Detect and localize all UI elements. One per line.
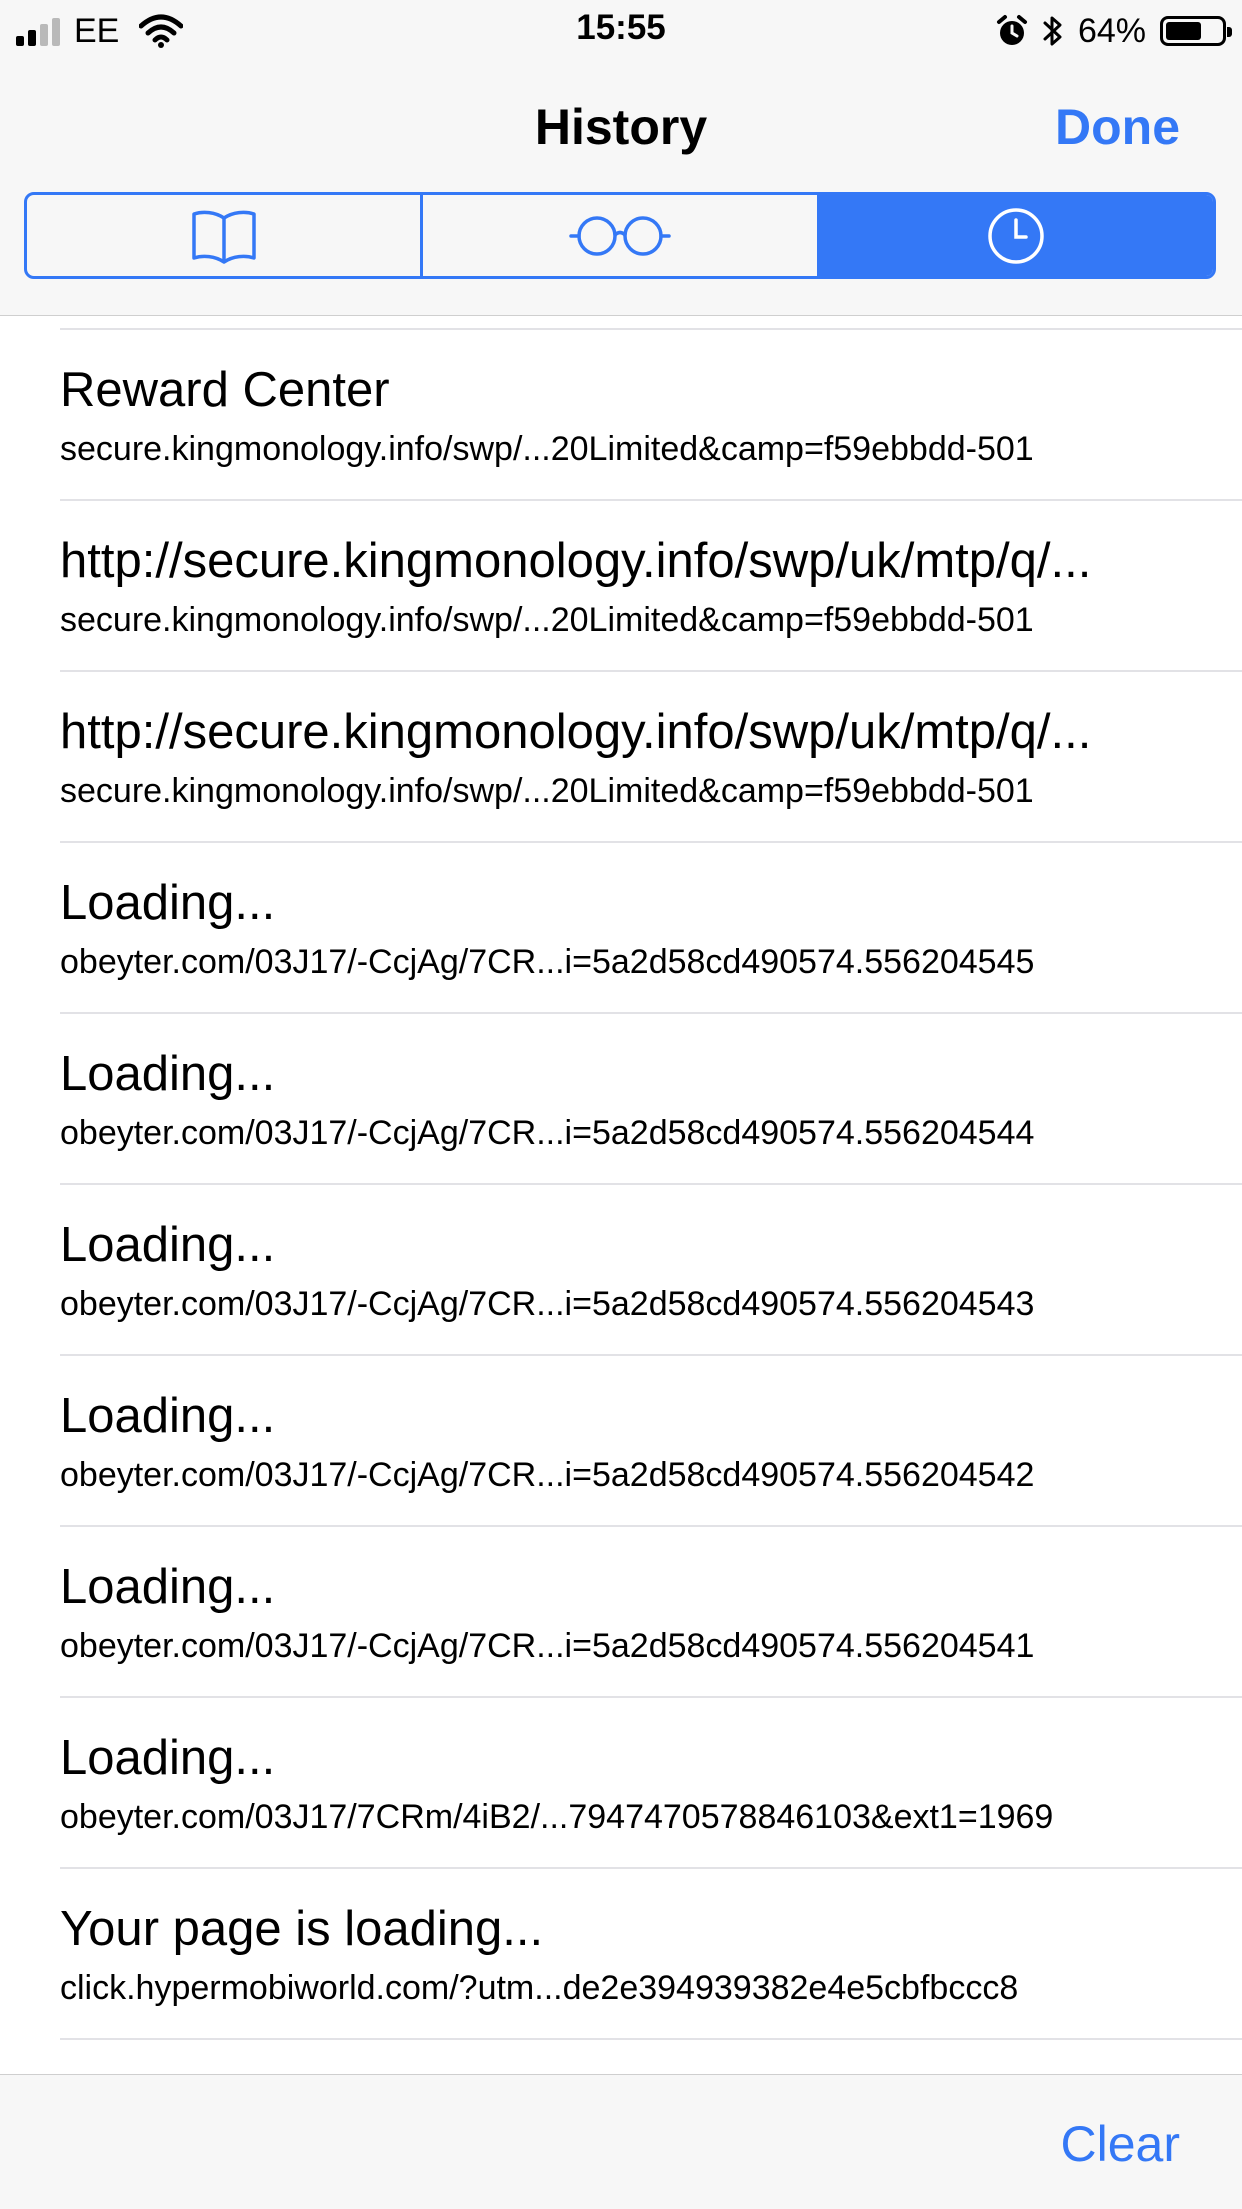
alarm-icon: [996, 15, 1027, 45]
navigation-bar: History Done: [0, 62, 1242, 316]
history-item-url: secure.kingmonology.info/swp/...20Limite…: [60, 601, 1034, 639]
done-button[interactable]: Done: [1055, 98, 1180, 156]
history-item-title: Loading...: [60, 876, 276, 930]
history-item[interactable]: http://secure.kingmonology.info/swp/uk/m…: [0, 501, 1242, 672]
tab-bookmarks[interactable]: [27, 195, 420, 276]
history-item-url: click.hypermobiworld.com/?utm...de2e3949…: [60, 1969, 1019, 2007]
history-item-url: obeyter.com/03J17/-CcjAg/7CR...i=5a2d58c…: [60, 1285, 1035, 1323]
history-item-url: obeyter.com/03J17/-CcjAg/7CR...i=5a2d58c…: [60, 1456, 1035, 1494]
history-clock-icon: [988, 207, 1045, 264]
history-item-url: obeyter.com/03J17/-CcjAg/7CR...i=5a2d58c…: [60, 943, 1035, 981]
battery-level-fill: [1166, 22, 1201, 40]
history-item-url: obeyter.com/03J17/-CcjAg/7CR...i=5a2d58c…: [60, 1114, 1035, 1152]
tab-reading-list[interactable]: [420, 195, 816, 276]
reading-list-glasses-icon: [569, 215, 671, 256]
history-item-title: Your page is loading...: [60, 1902, 544, 1956]
history-item[interactable]: Loading... obeyter.com/03J17/-CcjAg/7CR.…: [0, 1014, 1242, 1185]
history-item-title: Loading...: [60, 1560, 276, 1614]
history-item-title: Loading...: [60, 1731, 276, 1785]
clear-history-button[interactable]: Clear: [1061, 2115, 1180, 2173]
battery-percentage: 64%: [1077, 11, 1146, 50]
history-item-url: obeyter.com/03J17/-CcjAg/7CR...i=5a2d58c…: [60, 1627, 1035, 1665]
bookmarks-segmented-control: [24, 192, 1216, 279]
history-item-title: http://secure.kingmonology.info/swp/uk/m…: [60, 705, 1092, 759]
history-item-title: Reward Center: [60, 363, 390, 417]
list-separator: [60, 2038, 1242, 2040]
history-item[interactable]: Loading... obeyter.com/03J17/-CcjAg/7CR.…: [0, 1356, 1242, 1527]
history-item-title: Loading...: [60, 1389, 276, 1443]
tab-history[interactable]: [816, 195, 1213, 276]
bluetooth-icon: [1043, 16, 1062, 46]
history-item[interactable]: Loading... obeyter.com/03J17/-CcjAg/7CR.…: [0, 843, 1242, 1014]
history-item[interactable]: Loading... obeyter.com/03J17/-CcjAg/7CR.…: [0, 1527, 1242, 1698]
history-item[interactable]: Your page is loading... click.hypermobiw…: [0, 1869, 1242, 2040]
history-item[interactable]: Loading... obeyter.com/03J17/7CRm/4iB2/.…: [0, 1698, 1242, 1869]
history-item-title: http://secure.kingmonology.info/swp/uk/m…: [60, 534, 1092, 588]
history-item[interactable]: Loading... obeyter.com/03J17/-CcjAg/7CR.…: [0, 1185, 1242, 1356]
history-item-url: secure.kingmonology.info/swp/...20Limite…: [60, 430, 1034, 468]
battery-icon: [1160, 16, 1232, 46]
bookmarks-book-icon: [191, 210, 256, 264]
history-item-url: secure.kingmonology.info/swp/...20Limite…: [60, 772, 1034, 810]
status-bar-right: 64%: [996, 10, 1232, 52]
history-item-url: obeyter.com/03J17/7CRm/4iB2/...794747057…: [60, 1798, 1054, 1836]
history-item-title: Loading...: [60, 1047, 276, 1101]
history-item[interactable]: http://secure.kingmonology.info/swp/uk/m…: [0, 672, 1242, 843]
status-bar: EE 15:55 64%: [0, 0, 1242, 62]
bottom-toolbar: Clear: [0, 2074, 1242, 2209]
history-item[interactable]: Reward Center secure.kingmonology.info/s…: [0, 330, 1242, 501]
history-item-title: Loading...: [60, 1218, 276, 1272]
